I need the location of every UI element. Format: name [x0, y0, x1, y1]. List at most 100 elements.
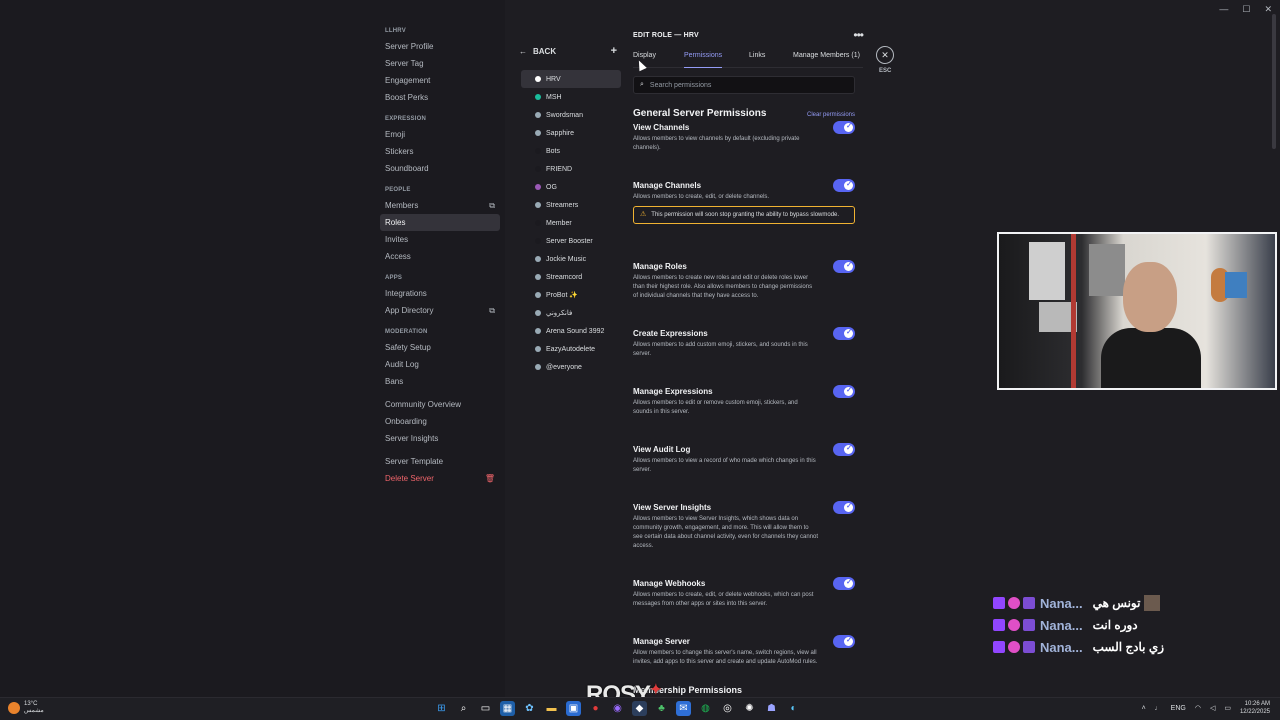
role-item[interactable]: FRIEND: [521, 160, 621, 178]
nav-server-profile[interactable]: Server Profile: [380, 38, 500, 55]
store-icon[interactable]: ▣: [566, 701, 581, 716]
file-explorer-icon[interactable]: ▬: [544, 701, 559, 716]
add-role-icon[interactable]: +: [611, 45, 617, 57]
clock[interactable]: 10:26 AM 12/22/2025: [1240, 700, 1270, 716]
permission-row: View Server Insights Allows members to vi…: [633, 501, 855, 551]
permission-toggle[interactable]: ✓: [833, 501, 855, 514]
opera-icon[interactable]: ●: [588, 701, 603, 716]
copilot-icon[interactable]: ✿: [522, 701, 537, 716]
windows-start-icon[interactable]: ⊞: [434, 701, 449, 716]
permission-toggle[interactable]: ✓: [833, 443, 855, 456]
role-item[interactable]: فانكروني: [521, 304, 621, 322]
role-item[interactable]: Sapphire: [521, 124, 621, 142]
role-item[interactable]: Server Booster: [521, 232, 621, 250]
permission-description: Allows members to add custom emoji, stic…: [633, 342, 808, 357]
close-settings-button[interactable]: ✕: [876, 46, 894, 64]
search-permissions-input[interactable]: ⌕ Search permissions: [633, 76, 855, 94]
nav-community-overview[interactable]: Community Overview: [380, 396, 500, 413]
nav-safety-setup[interactable]: Safety Setup: [380, 339, 500, 356]
role-color-dot: [535, 346, 541, 352]
nav-bans[interactable]: Bans: [380, 373, 500, 390]
role-item[interactable]: Streamers: [521, 196, 621, 214]
volume-icon[interactable]: ◁: [1210, 704, 1215, 712]
heart-badge-icon: [1008, 619, 1020, 631]
screen-image: [1225, 272, 1247, 298]
permission-toggle[interactable]: ✓: [833, 577, 855, 590]
nav-audit-log[interactable]: Audit Log: [380, 356, 500, 373]
permission-toggle[interactable]: ✓: [833, 385, 855, 398]
nav-server-template[interactable]: Server Template: [380, 453, 500, 470]
role-item[interactable]: Swordsman: [521, 106, 621, 124]
steam-icon[interactable]: ◆: [632, 701, 647, 716]
nav-members[interactable]: Members ⧉: [380, 197, 500, 214]
nav-engagement[interactable]: Engagement: [380, 72, 500, 89]
role-item[interactable]: HRV: [521, 70, 621, 88]
moderation-header: MODERATION: [385, 329, 428, 335]
game-icon[interactable]: ♣: [654, 701, 669, 716]
spotify-icon[interactable]: ◍: [698, 701, 713, 716]
mic-icon[interactable]: ♩: [1155, 705, 1162, 712]
taskbar: 13°C مشمس ⊞ ⌕ ▭ ▦ ✿ ▬ ▣ ● ◉ ◆ ♣ ✉ ◍ ◎ ✺ …: [0, 697, 1280, 720]
tab-links[interactable]: Links: [749, 48, 765, 59]
role-item[interactable]: MSH: [521, 88, 621, 106]
language-indicator[interactable]: ENG: [1171, 705, 1186, 712]
permission-toggle[interactable]: ✓: [833, 121, 855, 134]
role-item[interactable]: OG: [521, 178, 621, 196]
back-arrow-icon[interactable]: ←: [519, 47, 527, 56]
obs-icon[interactable]: ◉: [610, 701, 625, 716]
discord-icon[interactable]: ☗: [764, 701, 779, 716]
nav-delete-server[interactable]: Delete Server 🗑: [380, 470, 500, 487]
role-item[interactable]: Member: [521, 214, 621, 232]
permission-row: View Audit Log Allows members to view a r…: [633, 443, 855, 475]
app-icon[interactable]: ✉: [676, 701, 691, 716]
role-item[interactable]: Bots: [521, 142, 621, 160]
trash-icon: 🗑: [484, 474, 495, 483]
permission-toggle[interactable]: ✓: [833, 179, 855, 192]
nav-server-tag[interactable]: Server Tag: [380, 55, 500, 72]
more-options-icon[interactable]: •••: [853, 28, 864, 42]
role-tabs: Display Permissions Links Manage Members…: [633, 48, 863, 68]
nav-server-insights[interactable]: Server Insights: [380, 430, 500, 447]
role-item[interactable]: ProBot ✨: [521, 286, 621, 304]
nav-onboarding[interactable]: Onboarding: [380, 413, 500, 430]
weather-widget[interactable]: 13°C مشمس: [8, 701, 44, 715]
clear-permissions-link[interactable]: Clear permissions: [807, 112, 855, 118]
tab-display[interactable]: Display: [633, 48, 656, 59]
nav-access[interactable]: Access: [380, 248, 500, 265]
github-icon[interactable]: ◎: [720, 701, 735, 716]
permission-toggle[interactable]: ✓: [833, 260, 855, 273]
task-view-icon[interactable]: ▭: [478, 701, 493, 716]
nav-boost-perks[interactable]: Boost Perks: [380, 89, 500, 106]
nav-soundboard[interactable]: Soundboard: [380, 160, 500, 177]
nav-roles[interactable]: Roles: [380, 214, 500, 231]
tab-permissions[interactable]: Permissions: [684, 48, 723, 68]
tab-manage-members[interactable]: Manage Members (1): [793, 48, 860, 59]
role-item[interactable]: @everyone: [521, 358, 621, 376]
back-button[interactable]: BACK: [533, 47, 556, 56]
role-item[interactable]: Arena Sound 3992: [521, 322, 621, 340]
minimize-button[interactable]: —: [1219, 4, 1228, 15]
permission-description: Allow members to change this server's na…: [633, 650, 818, 665]
role-item[interactable]: Streamcord: [521, 268, 621, 286]
battery-icon[interactable]: ▭: [1224, 704, 1231, 712]
role-item[interactable]: Jockie Music: [521, 250, 621, 268]
search-icon[interactable]: ⌕: [456, 701, 471, 716]
chatgpt-icon[interactable]: ✺: [742, 701, 757, 716]
edge-icon[interactable]: ◐: [786, 701, 801, 716]
permission-toggle[interactable]: ✓: [833, 327, 855, 340]
nav-emoji[interactable]: Emoji: [380, 126, 500, 143]
nav-app-directory[interactable]: App Directory ⧉: [380, 302, 500, 319]
close-window-button[interactable]: ✕: [1264, 4, 1272, 15]
widgets-icon[interactable]: ▦: [500, 701, 515, 716]
nav-invites[interactable]: Invites: [380, 231, 500, 248]
settings-nav: LLHRV Server Profile Server Tag Engageme…: [380, 28, 500, 487]
esc-label: ESC: [879, 68, 892, 74]
nav-stickers[interactable]: Stickers: [380, 143, 500, 160]
permission-toggle[interactable]: ✓: [833, 635, 855, 648]
chevron-up-icon[interactable]: ˄: [1142, 705, 1146, 712]
maximize-button[interactable]: ☐: [1242, 4, 1250, 15]
role-item[interactable]: EazyAutodelete: [521, 340, 621, 358]
wifi-icon[interactable]: ◠: [1195, 704, 1201, 712]
nav-integrations[interactable]: Integrations: [380, 285, 500, 302]
scrollbar[interactable]: [1272, 14, 1276, 149]
